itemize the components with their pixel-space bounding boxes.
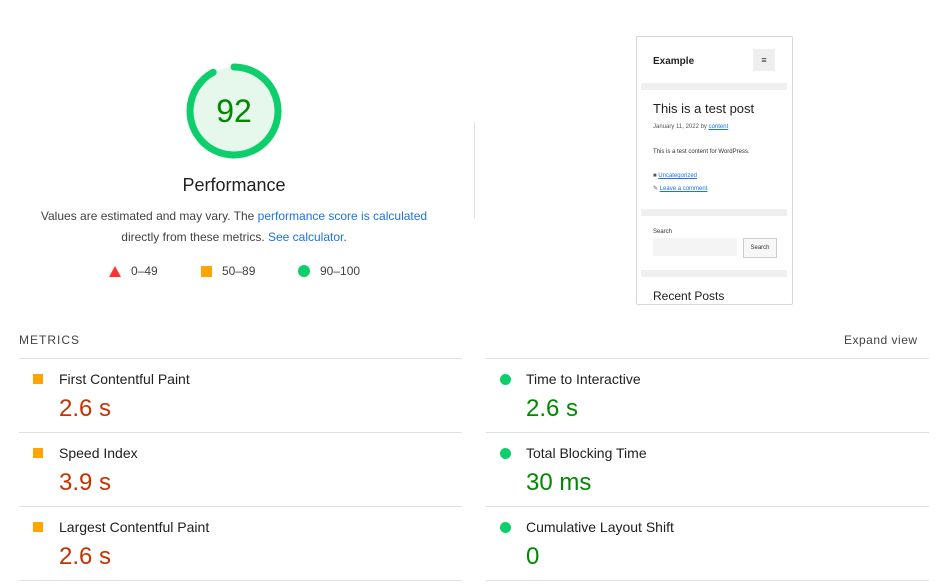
performance-score-link[interactable]: performance score is calculated xyxy=(258,209,427,223)
thumb-comment-link: Leave a comment xyxy=(659,186,708,192)
desc-text-1: Values are estimated and may vary. The xyxy=(40,209,258,223)
score-description: Values are estimated and may vary. The p… xyxy=(24,206,444,248)
metric-name: Total Blocking Time xyxy=(526,445,647,461)
legend-pass-label: 90–100 xyxy=(320,264,361,278)
metrics-divider xyxy=(486,358,929,359)
metric-name: Largest Contentful Paint xyxy=(59,519,210,535)
triangle-icon xyxy=(109,265,121,277)
average-square-icon xyxy=(33,522,43,532)
desc-text-2: directly from these metrics. xyxy=(121,230,268,244)
circle-icon xyxy=(298,265,310,277)
legend-average: 50–89 xyxy=(201,264,255,278)
average-square-icon xyxy=(33,374,43,384)
metric-name: First Contentful Paint xyxy=(59,371,190,387)
performance-score: 92 xyxy=(216,92,252,129)
thumb-meta-date: January 11, 2022 by xyxy=(653,124,709,130)
legend-pass: 90–100 xyxy=(298,264,360,278)
thumb-category: ■ Uncategorized xyxy=(653,173,697,179)
desc-text-3: . xyxy=(343,230,347,244)
see-calculator-link[interactable]: See calculator xyxy=(268,230,343,244)
thumb-site-title: Example xyxy=(653,56,695,67)
metrics-divider xyxy=(19,358,462,359)
performance-label: Performance xyxy=(182,175,286,195)
legend-average-label: 50–89 xyxy=(222,264,256,278)
thumb-search-label: Search xyxy=(653,229,673,235)
thumb-post-meta: January 11, 2022 by content xyxy=(653,124,728,130)
metrics-heading: METRICS xyxy=(19,333,80,347)
thumb-post-title: This is a test post xyxy=(653,101,755,116)
average-square-icon xyxy=(33,448,43,458)
page-screenshot-thumbnail[interactable]: Example ≡ This is a test post January 11… xyxy=(636,36,793,305)
pass-circle-icon xyxy=(500,374,511,385)
thumb-post-body: This is a test content for WordPress. xyxy=(653,149,750,155)
performance-gauge: 92 xyxy=(184,61,284,161)
metric-value: 2.6 s xyxy=(59,543,112,570)
pass-circle-icon xyxy=(500,522,511,533)
pass-circle-icon xyxy=(500,448,511,459)
metric-value: 3.9 s xyxy=(59,469,112,496)
metric-name: Speed Index xyxy=(59,445,138,461)
thumb-search-button: Search xyxy=(743,238,777,258)
thumb-search-input xyxy=(653,238,737,256)
metric-value: 2.6 s xyxy=(526,395,579,422)
metrics-divider xyxy=(486,580,929,581)
divider xyxy=(474,122,475,218)
folder-icon: ■ xyxy=(653,173,657,179)
thumb-divider xyxy=(641,83,787,90)
expand-view-toggle[interactable]: Expand view xyxy=(844,333,918,347)
metric-value: 0 xyxy=(526,543,540,570)
thumb-divider xyxy=(641,270,787,277)
metric-value: 2.6 s xyxy=(59,395,112,422)
metric-name: Time to Interactive xyxy=(526,371,641,387)
metric-value: 30 ms xyxy=(526,469,592,496)
legend-fail: 0–49 xyxy=(109,264,158,278)
metrics-divider xyxy=(19,432,462,433)
menu-icon: ≡ xyxy=(753,49,775,71)
thumb-meta-author: content xyxy=(708,124,729,130)
metrics-divider xyxy=(486,432,929,433)
metrics-divider xyxy=(19,580,462,581)
thumb-divider xyxy=(641,209,787,216)
metric-name: Cumulative Layout Shift xyxy=(526,519,674,535)
legend-fail-label: 0–49 xyxy=(131,264,158,278)
comment-icon: ✎ xyxy=(653,186,659,192)
thumb-category-link: Uncategorized xyxy=(658,173,697,179)
metrics-divider xyxy=(19,506,462,507)
metrics-divider xyxy=(486,506,929,507)
square-icon xyxy=(201,265,212,277)
thumb-comment: ✎ Leave a comment xyxy=(653,185,707,192)
thumb-recent-posts: Recent Posts xyxy=(653,289,725,303)
